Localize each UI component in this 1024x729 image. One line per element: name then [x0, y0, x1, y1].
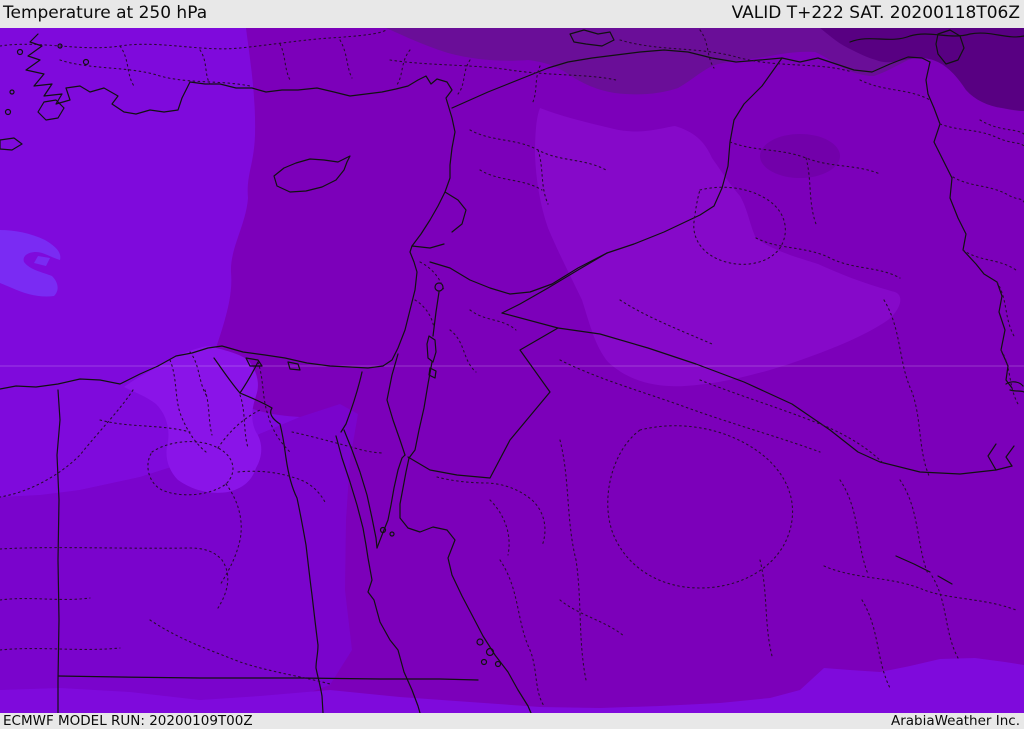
- map-title: Temperature at 250 hPa: [3, 3, 208, 23]
- provider-brand: ArabiaWeather Inc.: [890, 713, 1020, 729]
- map-validity-timestamp: VALID T+222 SAT. 20200118T06Z: [731, 3, 1020, 23]
- map-footer-bar: ECMWF MODEL RUN: 20200109T00Z ArabiaWeat…: [0, 713, 1024, 729]
- map-header-bar: Temperature at 250 hPa VALID T+222 SAT. …: [0, 0, 1024, 28]
- temperature-fill-zones: [0, 28, 1024, 713]
- model-run-label: ECMWF MODEL RUN: 20200109T00Z: [3, 713, 253, 729]
- weather-map-frame: Temperature at 250 hPa VALID T+222 SAT. …: [0, 0, 1024, 729]
- temperature-contour-map: [0, 28, 1024, 713]
